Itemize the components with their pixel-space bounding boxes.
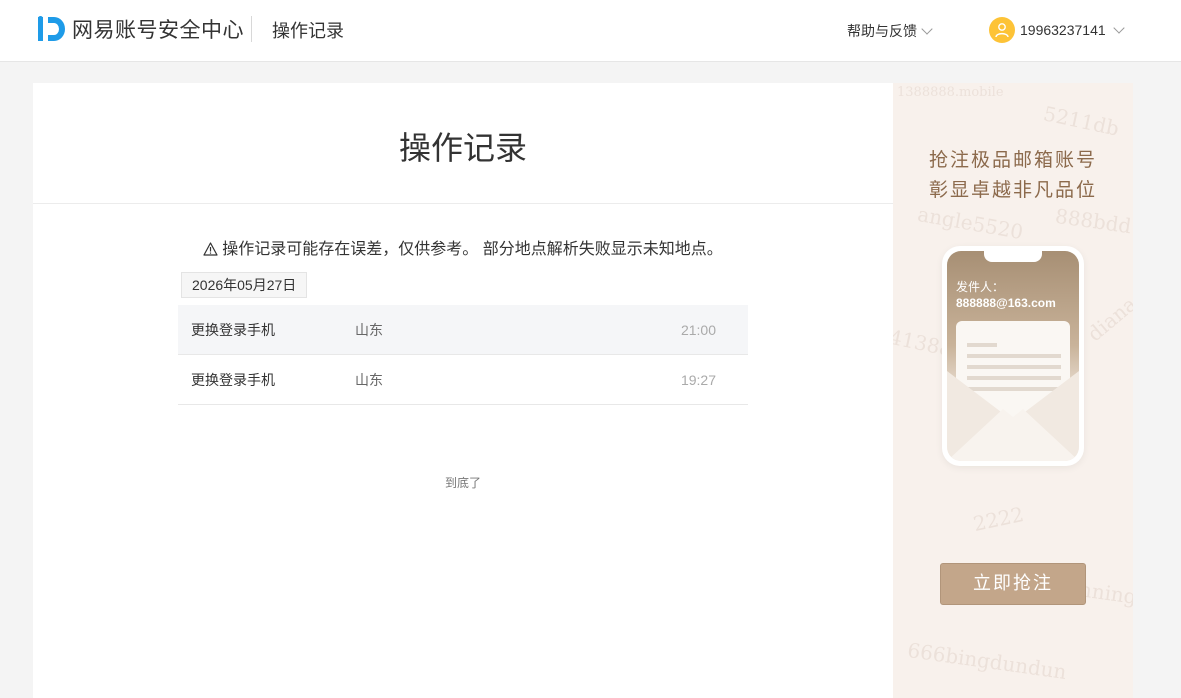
ad-watermark: 1388888.mobile [897,85,1004,100]
ad-headline: 抢注极品邮箱账号 [928,149,1097,171]
phone-screen: 发件人： 888888@163.com [947,251,1079,461]
list-item: 更换登录手机 山东 21:00 [178,305,748,355]
logo-id-icon [38,16,65,41]
chevron-down-icon [1112,21,1125,34]
record-action: 更换登录手机 [191,322,275,338]
user-menu[interactable]: 19963237141 [989,17,1125,43]
page-background-right [1133,83,1181,698]
help-feedback-menu[interactable]: 帮助与反馈 [847,21,933,41]
notice-text: 操作记录可能存在误差，仅供参考。 部分地点解析失败显示未知地点。 [222,241,723,258]
phone-illustration: 发件人： 888888@163.com [942,246,1084,466]
ad-watermark: 666bingdundun [906,637,1069,685]
record-location: 山东 [355,322,383,338]
record-action: 更换登录手机 [191,372,275,388]
ad-watermark: 888bdd [1053,203,1133,239]
record-location: 山东 [355,372,383,388]
user-phone: 19963237141 [1020,22,1106,38]
warning-icon [203,242,218,256]
brand-name: 网易账号安全中心 [72,18,244,42]
notice: 操作记录可能存在误差，仅供参考。 部分地点解析失败显示未知地点。 [33,235,893,259]
date-tag: 2026年05月27日 [181,272,308,298]
record-time: 21:00 [680,322,716,338]
ad-banner[interactable]: 1388888.mobile 5211db angle5520 888bdd 4… [893,83,1133,698]
chevron-down-icon [921,22,933,35]
user-icon [995,23,1009,38]
title-divider [33,203,893,204]
ad-watermark: 5211db [1041,101,1122,141]
ad-subheadline: 彰显卓越非凡品位 [928,179,1097,201]
sender-label: 发件人： [956,280,1005,294]
top-header: 网易账号安全中心 操作记录 帮助与反馈 19963237141 [0,0,1181,62]
ad-watermark: angle5520 [915,201,1026,245]
help-feedback-label: 帮助与反馈 [847,23,917,39]
header-page-name: 操作记录 [272,21,344,41]
ad-watermark: 2222 [971,501,1026,537]
phone-notch [984,251,1042,262]
list-item: 更换登录手机 山东 19:27 [178,355,748,405]
end-of-list: 到底了 [444,476,481,490]
avatar [989,17,1015,43]
register-now-button[interactable]: 立即抢注 [940,563,1086,605]
envelope-icon [947,371,1079,461]
sender-email: 888888@163.com [956,296,1056,310]
ad-watermark: dianage [1082,275,1133,347]
record-time: 19:27 [680,372,716,388]
logo[interactable]: 网易账号安全中心 [37,14,244,44]
main-panel: 操作记录 操作记录可能存在误差，仅供参考。 部分地点解析失败显示未知地点。 20… [33,83,893,698]
page-title: 操作记录 [398,129,527,167]
record-list: 更换登录手机 山东 21:00 更换登录手机 山东 19:27 [178,305,748,405]
header-divider [251,16,252,42]
